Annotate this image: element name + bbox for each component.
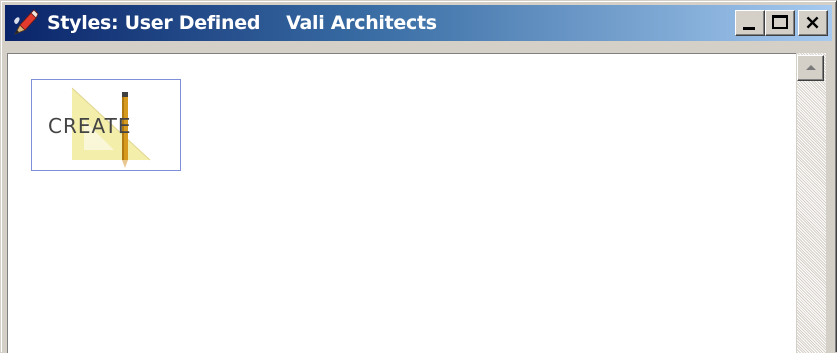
minimize-icon: [743, 27, 755, 30]
caption-buttons: [735, 10, 828, 36]
style-thumbnail-create[interactable]: CREATE: [31, 79, 181, 171]
styles-window: Styles: User Defined Vali Architects CRE…: [0, 0, 837, 353]
scroll-up-arrow-icon: [806, 65, 816, 70]
style-thumbnail-label: CREATE: [48, 114, 132, 138]
close-icon: [806, 16, 819, 29]
maximize-button[interactable]: [765, 10, 795, 36]
vertical-scrollbar[interactable]: [797, 53, 826, 353]
window-frame-right: [827, 41, 833, 353]
window-title: Styles: User Defined: [47, 12, 261, 34]
pencil-brush-icon[interactable]: [11, 9, 39, 37]
minimize-button[interactable]: [735, 10, 765, 36]
title-bar[interactable]: Styles: User Defined Vali Architects: [5, 5, 832, 41]
close-button[interactable]: [798, 10, 828, 36]
maximize-icon: [772, 15, 788, 29]
scroll-up-button[interactable]: [797, 55, 824, 81]
window-subtitle: Vali Architects: [286, 12, 437, 34]
